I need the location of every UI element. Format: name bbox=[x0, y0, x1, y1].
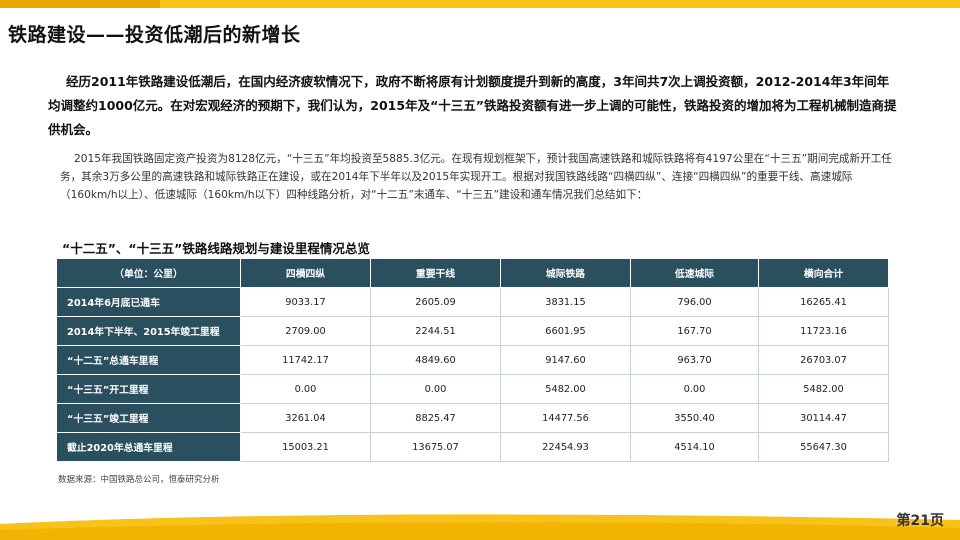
table-cell: 0.00 bbox=[630, 374, 759, 404]
page-number: 第21页 bbox=[896, 513, 944, 529]
table-cell: 14477.56 bbox=[500, 403, 631, 433]
header-total: 横向合计 bbox=[758, 258, 889, 288]
header-main-lines: 重要干线 bbox=[370, 258, 501, 288]
mileage-table: （单位：公里） 四横四纵 重要干线 城际铁路 低速城际 横向合计 2014年6月… bbox=[56, 258, 889, 462]
header-four-by-four: 四横四纵 bbox=[240, 258, 371, 288]
row-label: 截止2020年总通车里程 bbox=[56, 432, 241, 462]
table-cell: 3261.04 bbox=[240, 403, 371, 433]
table-row: 2014年6月底已通车 9033.17 2605.09 3831.15 796.… bbox=[56, 287, 889, 317]
table-row: “十三五”开工里程 0.00 0.00 5482.00 0.00 5482.00 bbox=[56, 374, 889, 404]
table-cell: 55647.30 bbox=[758, 432, 889, 462]
header-intercity: 城际铁路 bbox=[500, 258, 631, 288]
table-cell: 22454.93 bbox=[500, 432, 631, 462]
table-cell: 5482.00 bbox=[500, 374, 631, 404]
table-cell: 8825.47 bbox=[370, 403, 501, 433]
table-cell: 13675.07 bbox=[370, 432, 501, 462]
table-row: 2014年下半年、2015年竣工里程 2709.00 2244.51 6601.… bbox=[56, 316, 889, 346]
table-cell: 9147.60 bbox=[500, 345, 631, 375]
table-cell: 2605.09 bbox=[370, 287, 501, 317]
table-row: “十三五”竣工里程 3261.04 8825.47 14477.56 3550.… bbox=[56, 403, 889, 433]
table-cell: 3550.40 bbox=[630, 403, 759, 433]
body-paragraph: 2015年我国铁路固定资产投资为8128亿元，“十三五”年均投资至5885.3亿… bbox=[60, 153, 892, 201]
table-cell: 9033.17 bbox=[240, 287, 371, 317]
table-title: “十二五”、“十三五”铁路线路规划与建设里程情况总览 bbox=[62, 241, 370, 256]
table-row: “十二五”总通车里程 11742.17 4849.60 9147.60 963.… bbox=[56, 345, 889, 375]
data-source-note: 数据来源：中国铁路总公司，恒泰研究分析 bbox=[58, 475, 220, 485]
table-cell: 2244.51 bbox=[370, 316, 501, 346]
table-cell: 167.70 bbox=[630, 316, 759, 346]
row-label: “十三五”开工里程 bbox=[56, 374, 241, 404]
table-header-row: （单位：公里） 四横四纵 重要干线 城际铁路 低速城际 横向合计 bbox=[56, 258, 889, 288]
table-row: 截止2020年总通车里程 15003.21 13675.07 22454.93 … bbox=[56, 432, 889, 462]
table-cell: 11742.17 bbox=[240, 345, 371, 375]
row-label: 2014年6月底已通车 bbox=[56, 287, 241, 317]
table-cell: 0.00 bbox=[240, 374, 371, 404]
table-cell: 963.70 bbox=[630, 345, 759, 375]
table-cell: 3831.15 bbox=[500, 287, 631, 317]
table-cell: 11723.16 bbox=[758, 316, 889, 346]
table-cell: 30114.47 bbox=[758, 403, 889, 433]
table-cell: 5482.00 bbox=[758, 374, 889, 404]
table-cell: 2709.00 bbox=[240, 316, 371, 346]
slide-title: 铁路建设——投资低潮后的新增长 bbox=[8, 24, 301, 46]
row-label: “十二五”总通车里程 bbox=[56, 345, 241, 375]
table-cell: 6601.95 bbox=[500, 316, 631, 346]
row-label: “十三五”竣工里程 bbox=[56, 403, 241, 433]
table-cell: 26703.07 bbox=[758, 345, 889, 375]
row-label: 2014年下半年、2015年竣工里程 bbox=[56, 316, 241, 346]
table-cell: 4849.60 bbox=[370, 345, 501, 375]
lead-paragraph: 经历2011年铁路建设低潮后，在国内经济疲软情况下，政府不断将原有计划额度提升到… bbox=[48, 74, 897, 137]
top-accent-bar-dark bbox=[0, 0, 160, 8]
table-cell: 4514.10 bbox=[630, 432, 759, 462]
table-cell: 15003.21 bbox=[240, 432, 371, 462]
table-cell: 16265.41 bbox=[758, 287, 889, 317]
bottom-wave-shape bbox=[0, 514, 960, 540]
header-unit: （单位：公里） bbox=[56, 258, 241, 288]
table-cell: 796.00 bbox=[630, 287, 759, 317]
header-low-speed: 低速城际 bbox=[630, 258, 759, 288]
table-cell: 0.00 bbox=[370, 374, 501, 404]
bottom-accent-band bbox=[0, 510, 960, 540]
